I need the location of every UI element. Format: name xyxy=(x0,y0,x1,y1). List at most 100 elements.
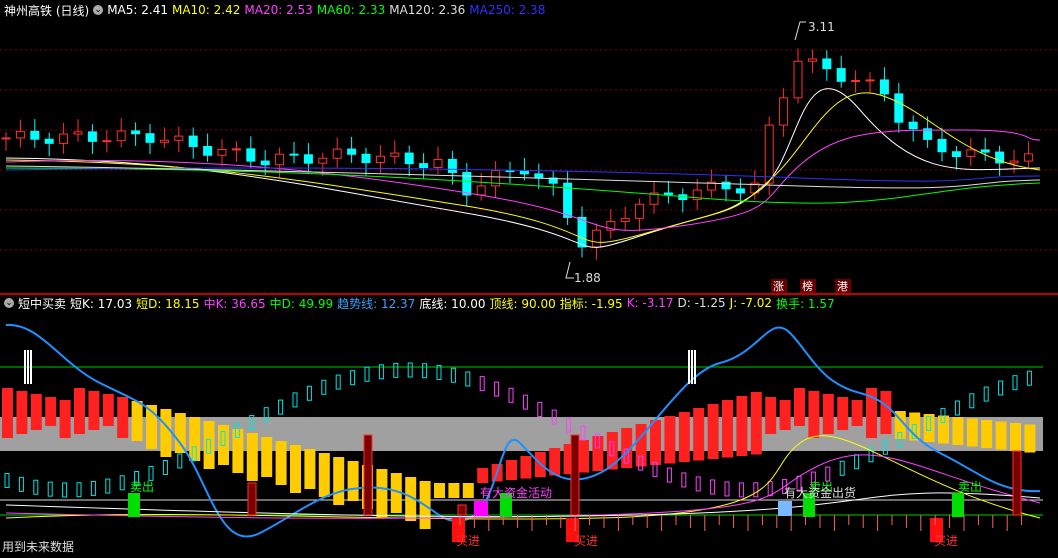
indicator-bar xyxy=(520,456,532,479)
candle-body xyxy=(822,58,832,70)
hollow-bar xyxy=(47,481,53,497)
indicator-bar xyxy=(750,392,762,455)
hollow-bar xyxy=(407,362,413,378)
short-d-label: 短D: 18.15 xyxy=(136,296,200,311)
indicator-bar xyxy=(1010,423,1021,451)
spike-bar xyxy=(457,504,467,516)
indicator-bar xyxy=(822,394,834,434)
hollow-bar xyxy=(393,362,399,378)
top-signal-marker xyxy=(24,350,26,384)
candle-body xyxy=(836,68,846,82)
hollow-bar xyxy=(753,482,759,498)
price-panel-header: 神州高铁 (日线) ⌄ MA5: 2.41 MA10: 2.42 MA20: 2… xyxy=(0,0,1058,20)
turnover-label: 换手: 1.57 xyxy=(776,296,835,311)
hollow-bar xyxy=(450,367,456,383)
hollow-bar xyxy=(738,482,744,498)
hollow-bar xyxy=(695,476,701,492)
hollow-bar xyxy=(1026,370,1032,386)
indicator-bar xyxy=(261,437,273,477)
sell-signal-block xyxy=(952,493,964,517)
indicator-bar xyxy=(318,453,330,497)
hollow-bar xyxy=(522,394,528,410)
top-signal-marker xyxy=(694,350,696,384)
hollow-bar xyxy=(18,476,24,492)
buy-signal-label: 买进 xyxy=(934,534,958,548)
sell-signal-label: 卖出 xyxy=(130,480,154,494)
indicator-bar xyxy=(592,436,604,471)
spike-bar xyxy=(247,482,257,516)
indicator-toggle-icon[interactable]: ⌄ xyxy=(4,298,14,308)
sell-signal-label: 卖出 xyxy=(958,480,982,494)
indicator-bar xyxy=(995,421,1007,450)
candle-body xyxy=(1009,160,1019,164)
indicator-bar xyxy=(131,401,143,441)
top-signal-marker xyxy=(27,350,29,384)
candle-body xyxy=(59,133,69,144)
candlestick-chart[interactable]: 3.11 1.88 涨 榜 港 xyxy=(0,0,1058,293)
hollow-bar xyxy=(148,465,154,481)
indicator-bar xyxy=(304,449,316,489)
indicator-panel-header: ⌄ 短中买卖 短K: 17.03 短D: 18.15 中K: 36.65 中D:… xyxy=(0,293,1058,313)
price-panel[interactable]: 3.11 1.88 涨 榜 港 神州高铁 (日线) ⌄ MA5: 2.41 MA10: … xyxy=(0,0,1058,293)
indicator-bar xyxy=(736,396,748,456)
indicator-bar xyxy=(88,391,100,430)
indicator-bar xyxy=(2,388,13,438)
candle-body xyxy=(865,79,875,82)
candle-body xyxy=(851,79,861,82)
indicator-bar xyxy=(851,400,863,426)
event-tag: 港 xyxy=(837,280,848,293)
hollow-bar xyxy=(1012,375,1018,391)
indicator-bar xyxy=(232,429,244,473)
indicator-bar xyxy=(160,409,172,457)
ma250-label: MA250: 2.38 xyxy=(469,3,546,17)
outflow-signal-block xyxy=(778,501,792,516)
candle-body xyxy=(894,93,904,123)
indicator-panel[interactable]: 卖出 卖出 卖出 买进 买进 买进 有大资金活动 有大资金出货 ⌄ 短中买卖 短K: 17.0… xyxy=(0,293,1058,558)
indicator-bar xyxy=(448,483,460,498)
indicator-bar xyxy=(650,420,661,465)
top-signal-marker xyxy=(691,350,693,384)
hollow-bar xyxy=(105,478,111,494)
indicator-bar xyxy=(117,397,129,438)
indicator-bar xyxy=(74,388,85,434)
candle-body xyxy=(447,158,457,173)
ma-toggle-icon[interactable]: ⌄ xyxy=(93,5,104,15)
candle-body xyxy=(937,138,947,153)
high-price-label: 3.11 xyxy=(808,20,835,34)
spike-bar xyxy=(1012,450,1022,516)
candle-body xyxy=(620,217,630,223)
top-signal-marker xyxy=(30,350,32,384)
ma-line-1 xyxy=(5,92,1041,243)
candle-body xyxy=(476,185,486,196)
ma20-label: MA20: 2.53 xyxy=(244,3,313,17)
ma120-label: MA120: 2.36 xyxy=(389,3,466,17)
candle-body xyxy=(275,153,285,166)
hollow-bar xyxy=(278,399,284,415)
candle-body xyxy=(534,173,544,179)
indicator-bar xyxy=(722,400,733,458)
candle-body xyxy=(375,155,385,163)
indicator-bar xyxy=(765,397,777,434)
indicator-bar xyxy=(923,414,935,442)
hollow-bar xyxy=(998,380,1004,396)
candle-body xyxy=(404,152,414,165)
candle-body xyxy=(361,153,371,163)
hollow-bar xyxy=(508,387,514,403)
ma10-label: MA10: 2.42 xyxy=(171,3,241,17)
indicator-bar xyxy=(794,388,805,426)
candle-body xyxy=(735,188,745,194)
indicator-chart[interactable]: 卖出 卖出卖出买进 买进 买进有大资金活动 有大资金出货 xyxy=(0,293,1058,558)
candle-body xyxy=(390,152,400,157)
candle-body xyxy=(807,58,817,62)
indicator-bar xyxy=(275,441,287,485)
ma5-label: MA5: 2.41 xyxy=(107,3,168,17)
indicator-bar xyxy=(664,416,676,464)
hollow-bar xyxy=(537,401,543,417)
indicator-bar xyxy=(1024,424,1036,453)
hollow-bar xyxy=(436,364,442,380)
candle-body xyxy=(159,139,169,143)
indicator-bar xyxy=(506,460,517,480)
hollow-bar xyxy=(422,363,428,379)
hollow-bar xyxy=(119,475,125,491)
indicator-title: 短中买卖 xyxy=(18,296,67,311)
